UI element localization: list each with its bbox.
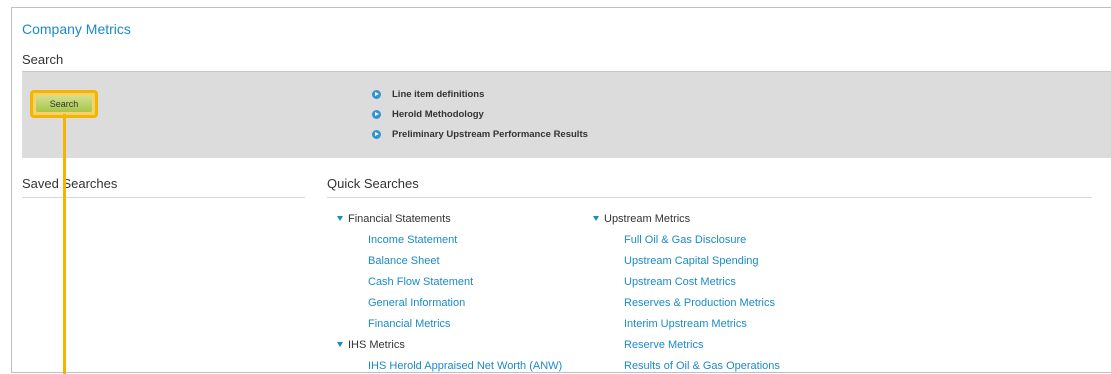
caret-down-icon (593, 216, 599, 221)
group-label: Financial Statements (348, 212, 451, 225)
upstream-metrics-list: Full Oil & Gas Disclosure Upstream Capit… (593, 229, 780, 372)
arrow-circle-icon (372, 89, 381, 99)
resource-links: Line item definitions Herold Methodology… (372, 84, 588, 144)
quick-searches-divider (327, 197, 1092, 198)
link-upstream-cost-metrics[interactable]: Upstream Cost Metrics (624, 271, 780, 292)
link-reserves-production-metrics[interactable]: Reserves & Production Metrics (624, 292, 780, 313)
caret-down-icon (337, 216, 343, 221)
link-income-statement[interactable]: Income Statement (368, 229, 562, 250)
arrow-circle-icon (372, 129, 381, 139)
group-ihs-metrics[interactable]: IHS Metrics (337, 334, 562, 355)
link-label: Preliminary Upstream Performance Results (392, 128, 588, 140)
quick-searches-column-right: Upstream Metrics Full Oil & Gas Disclosu… (593, 208, 780, 372)
caret-down-icon (337, 342, 343, 347)
search-button[interactable]: Search (36, 96, 92, 112)
link-label: Herold Methodology (392, 108, 484, 120)
link-upstream-capital-spending[interactable]: Upstream Capital Spending (624, 250, 780, 271)
page-title: Company Metrics (22, 21, 131, 37)
link-interim-upstream-metrics[interactable]: Interim Upstream Metrics (624, 313, 780, 334)
callout-connector-line (63, 114, 66, 374)
link-results-oil-gas-operations[interactable]: Results of Oil & Gas Operations (624, 355, 780, 372)
search-heading: Search (22, 52, 64, 67)
financial-statements-list: Income Statement Balance Sheet Cash Flow… (337, 229, 562, 334)
link-line-item-definitions[interactable]: Line item definitions (372, 84, 588, 104)
link-financial-metrics[interactable]: Financial Metrics (368, 313, 562, 334)
link-cash-flow-statement[interactable]: Cash Flow Statement (368, 271, 562, 292)
quick-searches-column-left: Financial Statements Income Statement Ba… (337, 208, 562, 372)
group-financial-statements[interactable]: Financial Statements (337, 208, 562, 229)
company-metrics-panel: Company Metrics Search Search Line item … (11, 7, 1111, 373)
link-reserve-metrics[interactable]: Reserve Metrics (624, 334, 780, 355)
arrow-circle-icon (372, 109, 381, 119)
group-upstream-metrics[interactable]: Upstream Metrics (593, 208, 780, 229)
group-label: IHS Metrics (348, 338, 405, 351)
link-general-information[interactable]: General Information (368, 292, 562, 313)
ihs-metrics-list: IHS Herold Appraised Net Worth (ANW) (337, 355, 562, 372)
link-balance-sheet[interactable]: Balance Sheet (368, 250, 562, 271)
link-label: Line item definitions (392, 88, 485, 100)
group-label: Upstream Metrics (604, 212, 691, 225)
link-ihs-herold-anw[interactable]: IHS Herold Appraised Net Worth (ANW) (368, 355, 562, 372)
quick-searches-title: Quick Searches (327, 176, 419, 191)
saved-searches-title: Saved Searches (22, 176, 118, 191)
link-herold-methodology[interactable]: Herold Methodology (372, 104, 588, 124)
link-preliminary-upstream-results[interactable]: Preliminary Upstream Performance Results (372, 124, 588, 144)
search-band: Search Line item definitions Herold Meth… (22, 71, 1111, 158)
link-full-oil-gas-disclosure[interactable]: Full Oil & Gas Disclosure (624, 229, 780, 250)
